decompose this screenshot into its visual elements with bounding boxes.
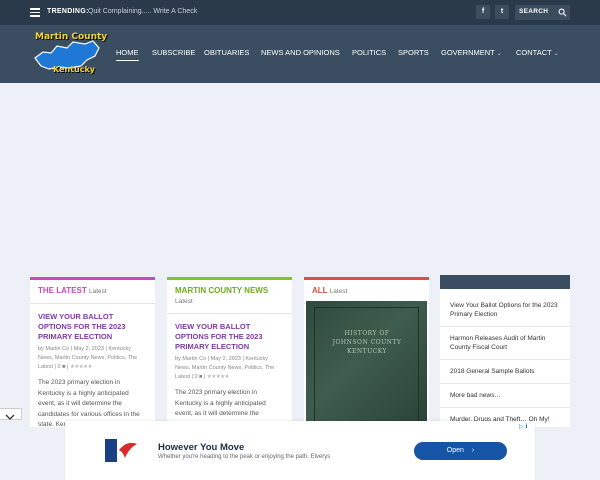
elverys-logo: [105, 439, 137, 462]
search-placeholder: SEARCH: [519, 8, 549, 15]
article-title-link[interactable]: VIEW YOUR BALLOT OPTIONS FOR THE 2023 PR…: [167, 314, 292, 352]
book-title: HISTORY OF JOHNSON COUNTY KENTUCKY: [332, 330, 402, 355]
card-all: ALL Latest HISTORY OF JOHNSON COUNTY KEN…: [304, 277, 429, 427]
logo-line-1: Martin County: [35, 32, 108, 42]
chevron-down-icon: ⌄: [496, 51, 502, 57]
comment-icon: ■: [199, 374, 203, 380]
article-title-link[interactable]: VIEW YOUR BALLOT OPTIONS FOR THE 2023 PR…: [30, 304, 155, 342]
sidebar-post-link[interactable]: More bad news…: [440, 384, 570, 408]
top-bar: TRENDING: Quit Complaining..... Write A …: [0, 0, 600, 25]
book-cover-image[interactable]: HISTORY OF JOHNSON COUNTY KENTUCKY: [306, 301, 427, 427]
nav-home[interactable]: HOME: [116, 48, 139, 61]
twitter-icon[interactable]: t: [495, 5, 509, 19]
trending-link[interactable]: Quit Complaining..... Write A Check: [88, 8, 197, 15]
card-heading-text: THE LATEST: [38, 286, 87, 295]
article-excerpt: The 2023 primary election in Kentucky is…: [38, 379, 140, 427]
logo-line-2: Kentucky: [53, 65, 95, 74]
card-heading: ALL Latest: [304, 280, 429, 297]
sidebar-recent-posts: View Your Ballot Options for the 2023 Pr…: [440, 275, 570, 427]
site-logo[interactable]: Martin County Kentucky: [33, 30, 107, 78]
nav-politics[interactable]: POLITICS: [352, 48, 386, 57]
nav-government-label: GOVERNMENT: [441, 48, 495, 57]
chevron-down-icon: [5, 414, 15, 420]
card-heading-text: MARTIN COUNTY NEWS: [175, 286, 269, 295]
sidebar-post-link[interactable]: 2018 General Sample Ballots: [440, 360, 570, 384]
nav-obituaries[interactable]: OBITUARIES: [204, 48, 249, 57]
card-heading-text: ALL: [312, 286, 328, 295]
card-heading: MARTIN COUNTY NEWS Latest: [167, 280, 292, 307]
search-icon[interactable]: [558, 8, 567, 17]
article-meta: by Martin Co | May 2, 2023 | Kentucky Ne…: [175, 356, 275, 380]
trending-label: TRENDING:: [47, 8, 89, 15]
card-the-latest: THE LATEST Latest VIEW YOUR BALLOT OPTIO…: [30, 277, 155, 427]
nav-sports[interactable]: SPORTS: [398, 48, 429, 57]
ad-open-label: Open: [446, 447, 464, 454]
ad-open-button[interactable]: Open ›: [414, 442, 507, 460]
article-meta: by Martin Co | May 2, 2023 | Kentucky Ne…: [38, 346, 138, 370]
card-heading: THE LATEST Latest: [30, 280, 155, 297]
card-subheading: Latest: [329, 288, 348, 295]
menu-icon[interactable]: [30, 8, 40, 17]
comment-icon: ■: [62, 364, 66, 370]
nav-subscribe[interactable]: SUBSCRIBE: [152, 48, 195, 57]
card-subheading: Latest: [88, 288, 107, 295]
card-martin-county-news: MARTIN COUNTY NEWS Latest VIEW YOUR BALL…: [167, 277, 292, 427]
card-subheading: Latest: [175, 298, 193, 305]
ad-collapse-button[interactable]: [0, 408, 22, 420]
adchoices-icon[interactable]: ▷ ℹ: [519, 423, 528, 430]
ad-title: However You Move: [158, 442, 245, 453]
sidebar-header: [440, 275, 570, 289]
rating-stars-icon: ★★★★★: [69, 364, 93, 370]
facebook-icon[interactable]: f: [476, 5, 490, 19]
sidebar-post-link[interactable]: Harmon Releases Audit of Martin County F…: [440, 327, 570, 360]
site-header: Martin County Kentucky HOME SUBSCRIBE OB…: [0, 25, 600, 83]
nav-government[interactable]: GOVERNMENT ⌄: [441, 48, 502, 57]
book-border: [314, 307, 419, 423]
rating-stars-icon: ★★★★★: [206, 374, 230, 380]
search-input[interactable]: SEARCH: [515, 5, 570, 20]
nav-news-and-opinions[interactable]: NEWS AND OPINIONS: [261, 48, 340, 57]
nav-contact-label: CONTACT: [516, 48, 552, 57]
nav-contact[interactable]: CONTACT ⌄: [516, 48, 559, 57]
advertisement-banner[interactable]: ▷ ℹ However You Move Whether you're head…: [65, 421, 535, 480]
chevron-down-icon: ⌄: [553, 51, 559, 57]
chevron-right-icon: ›: [471, 447, 475, 454]
ad-text: Whether you're heading to the peak or en…: [158, 454, 331, 460]
sidebar-post-link[interactable]: View Your Ballot Options for the 2023 Pr…: [440, 294, 570, 327]
